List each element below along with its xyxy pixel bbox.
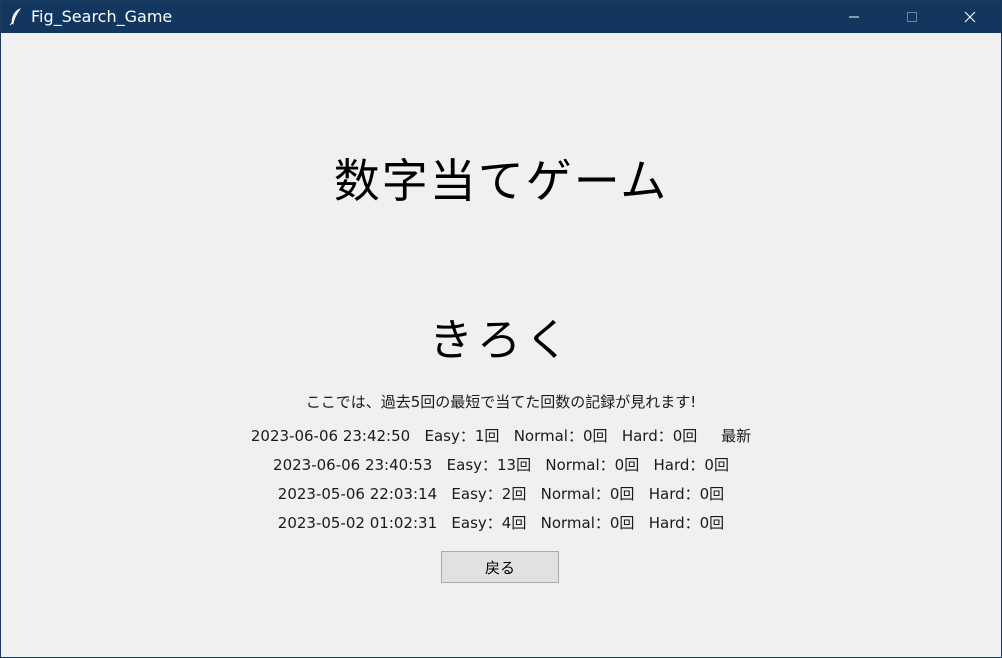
record-row: 2023-05-06 22:03:14 Easy：2回 Normal：0回 Ha… xyxy=(277,485,725,503)
minimize-button[interactable] xyxy=(825,1,883,33)
back-button[interactable]: 戻る xyxy=(441,551,559,583)
records-description: ここでは、過去5回の最短で当てた回数の記録が見れます! xyxy=(305,393,697,411)
app-window: Fig_Search_Game 数字当てゲーム きろく ここでは、過去5回の最短… xyxy=(0,0,1002,658)
maximize-button[interactable] xyxy=(883,1,941,33)
content-area: 数字当てゲーム きろく ここでは、過去5回の最短で当てた回数の記録が見れます! … xyxy=(1,33,1001,657)
window-title: Fig_Search_Game xyxy=(31,7,173,26)
title-bar[interactable]: Fig_Search_Game xyxy=(1,1,1001,33)
record-row: 2023-06-06 23:42:50 Easy：1回 Normal：0回 Ha… xyxy=(250,427,752,445)
game-title: 数字当てゲーム xyxy=(333,154,669,208)
maximize-icon xyxy=(906,11,918,23)
close-icon xyxy=(964,11,976,23)
minimize-icon xyxy=(848,11,860,23)
records-heading: きろく xyxy=(429,315,573,366)
feather-icon xyxy=(9,8,23,26)
record-row: 2023-06-06 23:40:53 Easy：13回 Normal：0回 H… xyxy=(273,456,729,474)
record-row: 2023-05-02 01:02:31 Easy：4回 Normal：0回 Ha… xyxy=(277,514,725,532)
close-button[interactable] xyxy=(941,1,999,33)
